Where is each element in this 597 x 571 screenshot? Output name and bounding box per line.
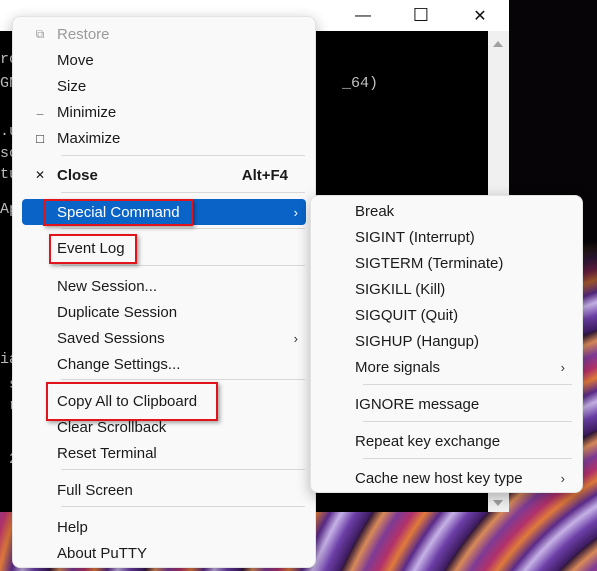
menu-item-label: Repeat key exchange [355, 432, 501, 450]
menu-item-label: Cache new host key type [355, 469, 523, 487]
menu-item-label: Reset Terminal [57, 444, 157, 462]
menu-item-label: About PuTTY [57, 544, 148, 562]
chevron-right-icon: › [560, 359, 565, 375]
submenu-item-sighup-hangup[interactable]: SIGHUP (Hangup) [320, 328, 573, 354]
scroll-down-arrow-icon[interactable] [493, 500, 503, 506]
menu-item-label: More signals [355, 358, 441, 376]
menu-item-label: Special Command [57, 203, 180, 221]
menu-item-label: Minimize [57, 103, 117, 121]
menu-item-reset-terminal[interactable]: Reset Terminal [22, 440, 306, 466]
menu-item-size[interactable]: Size [22, 73, 306, 99]
menu-separator [363, 384, 572, 385]
menu-item-label: Restore [57, 25, 110, 43]
close-icon: ✕ [34, 168, 46, 182]
menu-item-restore[interactable]: ⧉ Restore [22, 21, 306, 47]
window-minimize-button[interactable]: — [340, 0, 386, 31]
menu-item-label: Close [57, 166, 98, 184]
restore-icon: ⧉ [35, 26, 45, 41]
menu-item-help[interactable]: Help [22, 514, 306, 540]
minimize-icon: — [355, 6, 371, 24]
menu-separator [363, 421, 572, 422]
menu-item-close[interactable]: ✕ Close Alt+F4 [22, 162, 306, 188]
maximize-icon: □ [36, 130, 44, 146]
menu-item-event-log[interactable]: Event Log [22, 235, 306, 261]
shortcut-label: Alt+F4 [241, 166, 288, 184]
window-maximize-button[interactable]: ☐ [398, 0, 444, 31]
chevron-right-icon: › [560, 470, 565, 486]
menu-item-label: Copy All to Clipboard [57, 392, 198, 410]
submenu-item-sigterm-terminate[interactable]: SIGTERM (Terminate) [320, 250, 573, 276]
menu-item-label: Change Settings... [57, 355, 181, 373]
menu-item-label: Maximize [57, 129, 121, 147]
menu-item-maximize[interactable]: □ Maximize [22, 125, 306, 151]
menu-item-label: IGNORE message [355, 395, 480, 413]
menu-separator [61, 379, 305, 380]
submenu-item-more-signals[interactable]: More signals › [320, 354, 573, 380]
submenu-item-ignore-message[interactable]: IGNORE message [320, 391, 573, 417]
menu-separator [61, 192, 305, 193]
menu-item-label: Help [57, 518, 88, 536]
menu-item-label: Full Screen [57, 481, 133, 499]
menu-item-label: Duplicate Session [57, 303, 178, 321]
system-menu: ⧉ Restore Move Size _ Minimize □ Maximize ✕ Close… [12, 16, 316, 568]
menu-item-label: Size [57, 77, 87, 95]
menu-item-label: Break [355, 202, 395, 220]
menu-item-new-session[interactable]: New Session... [22, 273, 306, 299]
chevron-right-icon: › [293, 330, 298, 346]
menu-item-duplicate-session[interactable]: Duplicate Session [22, 299, 306, 325]
menu-item-label: SIGKILL (Kill) [355, 280, 446, 298]
menu-item-special-command[interactable]: Special Command › [22, 199, 306, 225]
submenu-item-repeat-key-exchange[interactable]: Repeat key exchange [320, 428, 573, 454]
menu-item-label: New Session... [57, 277, 158, 295]
submenu-item-sigint-interrupt[interactable]: SIGINT (Interrupt) [320, 224, 573, 250]
menu-separator [61, 506, 305, 507]
menu-item-saved-sessions[interactable]: Saved Sessions › [22, 325, 306, 351]
menu-item-label: Event Log [57, 239, 125, 257]
menu-item-label: SIGTERM (Terminate) [355, 254, 504, 272]
submenu-item-cache-new-host-key-type[interactable]: Cache new host key type › [320, 465, 573, 491]
scroll-up-arrow-icon[interactable] [493, 41, 503, 47]
window-close-button[interactable]: ✕ [457, 0, 503, 31]
menu-separator [61, 228, 305, 229]
menu-item-label: Saved Sessions [57, 329, 165, 347]
menu-item-full-screen[interactable]: Full Screen [22, 477, 306, 503]
menu-item-change-settings[interactable]: Change Settings... [22, 351, 306, 377]
submenu-item-sigquit-quit[interactable]: SIGQUIT (Quit) [320, 302, 573, 328]
minimize-icon: _ [36, 102, 44, 116]
menu-item-clear-scrollback[interactable]: Clear Scrollback [22, 414, 306, 440]
menu-separator [61, 155, 305, 156]
menu-separator [61, 469, 305, 470]
menu-item-label: SIGINT (Interrupt) [355, 228, 475, 246]
submenu-item-sigkill-kill[interactable]: SIGKILL (Kill) [320, 276, 573, 302]
menu-item-label: Move [57, 51, 94, 69]
close-icon: ✕ [473, 7, 487, 25]
menu-item-about-putty[interactable]: About PuTTY [22, 540, 306, 566]
menu-item-label: Clear Scrollback [57, 418, 167, 436]
menu-item-minimize[interactable]: _ Minimize [22, 99, 306, 125]
menu-separator [363, 458, 572, 459]
submenu-item-break[interactable]: Break [320, 198, 573, 224]
special-command-submenu: Break SIGINT (Interrupt) SIGTERM (Terminat… [310, 195, 583, 493]
menu-item-move[interactable]: Move [22, 47, 306, 73]
menu-separator [61, 265, 305, 266]
chevron-right-icon: › [293, 204, 298, 220]
menu-item-copy-all-to-clipboard[interactable]: Copy All to Clipboard [22, 388, 306, 414]
maximize-icon: ☐ [412, 5, 430, 25]
menu-item-label: SIGHUP (Hangup) [355, 332, 479, 350]
menu-item-label: SIGQUIT (Quit) [355, 306, 459, 324]
